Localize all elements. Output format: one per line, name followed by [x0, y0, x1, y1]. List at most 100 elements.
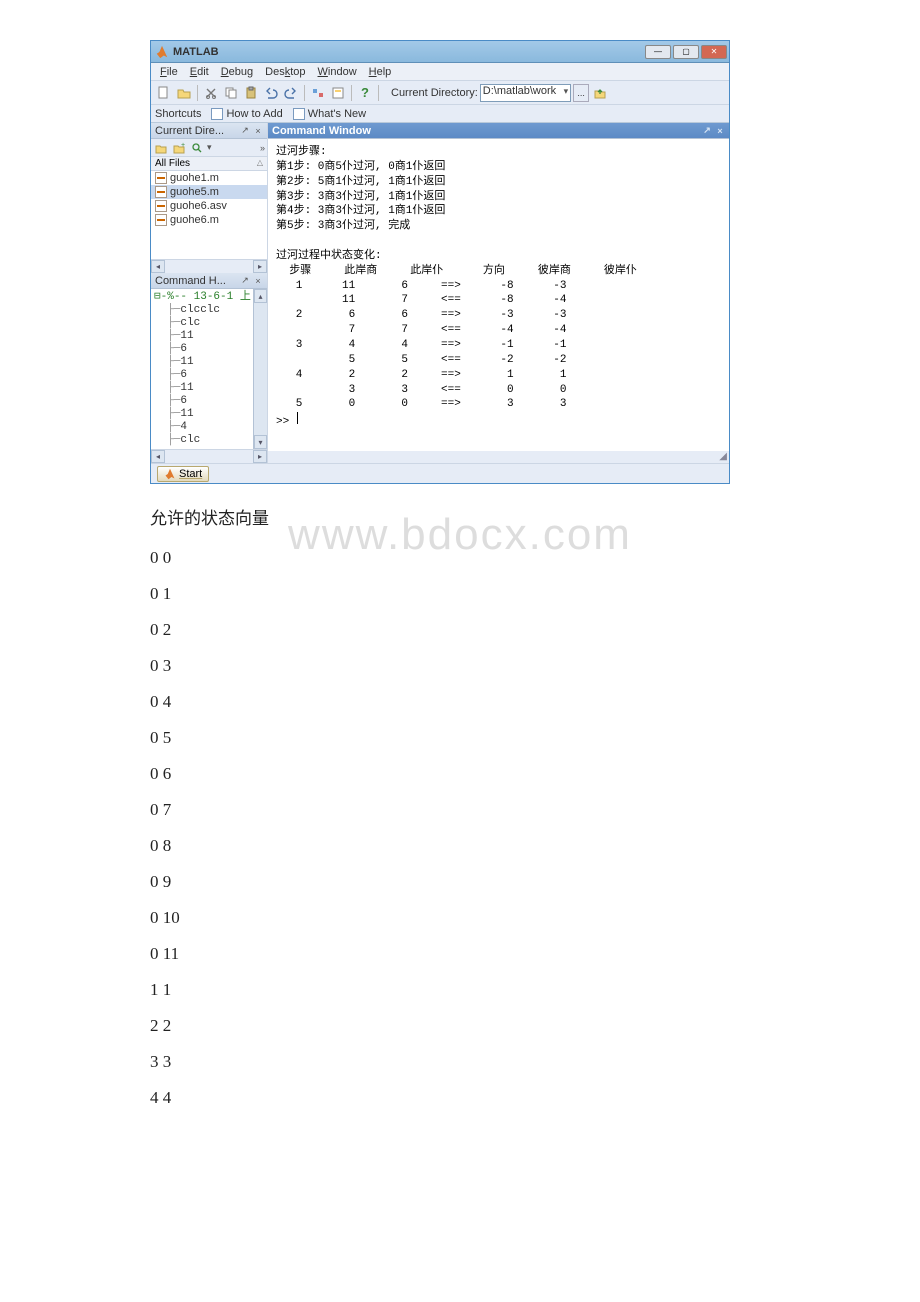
menu-desktop[interactable]: Desktop	[260, 65, 310, 79]
vector-item: 0 9	[150, 865, 890, 899]
find-icon[interactable]	[189, 140, 205, 156]
file-name: guohe1.m	[170, 172, 219, 184]
panel-close-icon[interactable]: ×	[253, 126, 263, 136]
hscroll[interactable]: ◂ ▸	[151, 449, 267, 463]
scroll-left-icon[interactable]: ◂	[151, 450, 165, 463]
scroll-down-icon[interactable]: ▾	[254, 435, 267, 449]
browse-button[interactable]: ...	[573, 84, 589, 102]
m-file-icon	[155, 186, 167, 198]
panel-close-icon[interactable]: ×	[253, 276, 263, 286]
vector-item: 0 2	[150, 613, 890, 647]
history-item[interactable]: ├─clc	[154, 434, 250, 447]
file-list-header[interactable]: All Files△	[151, 157, 267, 171]
history-item[interactable]: ├─6	[154, 395, 250, 408]
title-text: MATLAB	[173, 46, 645, 58]
vectors-list: 0 00 10 20 30 40 50 60 70 80 90 100 111 …	[150, 541, 890, 1115]
open-folder-icon[interactable]	[175, 84, 193, 102]
new-file-icon[interactable]	[155, 84, 173, 102]
history-item[interactable]: ├─clc	[154, 317, 250, 330]
history-item[interactable]: ├─6	[154, 343, 250, 356]
menu-window[interactable]: Window	[313, 65, 362, 79]
maximize-button[interactable]: ▢	[673, 45, 699, 59]
vector-item: 0 3	[150, 649, 890, 683]
undock-icon[interactable]: ↗	[240, 276, 250, 286]
dir-select[interactable]: D:\matlab\work	[480, 84, 571, 102]
history-item[interactable]: ├─4	[154, 421, 250, 434]
menu-debug[interactable]: Debug	[216, 65, 258, 79]
vscroll[interactable]: ▴ ▾	[253, 289, 267, 449]
vector-item: 0 10	[150, 901, 890, 935]
prompt[interactable]: >>	[276, 412, 721, 430]
vector-item: 0 11	[150, 937, 890, 971]
hscroll[interactable]: ◂ ▸	[151, 259, 267, 273]
scroll-up-icon[interactable]: ▴	[254, 289, 267, 303]
scroll-right-icon[interactable]: ▸	[253, 260, 267, 273]
toolbar: ? Current Directory: D:\matlab\work ...	[151, 81, 729, 105]
vector-item: 0 5	[150, 721, 890, 755]
paste-icon[interactable]	[242, 84, 260, 102]
redo-icon[interactable]	[282, 84, 300, 102]
command-window[interactable]: 过河步骤: 第1步: 0商5仆过河, 0商1仆返回 第2步: 5商1仆过河, 1…	[268, 139, 729, 451]
vector-item: 0 1	[150, 577, 890, 611]
scroll-right-icon[interactable]: ▸	[253, 450, 267, 463]
up-folder-icon[interactable]	[591, 84, 609, 102]
menu-help[interactable]: Help	[364, 65, 397, 79]
svg-text:+: +	[181, 142, 185, 149]
copy-icon[interactable]	[222, 84, 240, 102]
matlab-icon	[155, 45, 169, 59]
menu-edit[interactable]: Edit	[185, 65, 214, 79]
vector-item: 0 7	[150, 793, 890, 827]
undock-icon[interactable]: ↗	[702, 126, 712, 136]
titlebar[interactable]: MATLAB — ▢ ✕	[151, 41, 729, 63]
up-icon[interactable]	[153, 140, 169, 156]
history-item[interactable]: ├─11	[154, 356, 250, 369]
file-row[interactable]: guohe1.m	[151, 171, 267, 185]
shortcut-icon	[211, 108, 223, 120]
dir-toolbar: + ▾ »	[151, 139, 267, 157]
file-name: guohe5.m	[170, 186, 219, 198]
file-row[interactable]: guohe6.asv	[151, 199, 267, 213]
file-row[interactable]: guohe6.m	[151, 213, 267, 227]
undock-icon[interactable]: ↗	[240, 126, 250, 136]
simulink-icon[interactable]	[309, 84, 327, 102]
new-folder-icon[interactable]: +	[171, 140, 187, 156]
panel-close-icon[interactable]: ×	[715, 126, 725, 136]
command-window-title[interactable]: Command Window ↗ ×	[268, 123, 729, 139]
undo-icon[interactable]	[262, 84, 280, 102]
shortcut-how-to-add[interactable]: How to Add	[211, 108, 282, 120]
vector-item: 2 2	[150, 1009, 890, 1043]
m-file-icon	[155, 172, 167, 184]
history-item[interactable]: ├─11	[154, 330, 250, 343]
shortcut-icon	[293, 108, 305, 120]
m-file-icon	[155, 214, 167, 226]
cut-icon[interactable]	[202, 84, 220, 102]
file-list: guohe1.m guohe5.m guohe6.asvguohe6.m	[151, 171, 267, 259]
dir-label: Current Directory:	[391, 87, 478, 99]
current-dir-title[interactable]: Current Dire... ↗ ×	[151, 123, 267, 139]
m-file-icon	[155, 200, 167, 212]
vector-item: 0 0	[150, 541, 890, 575]
guide-icon[interactable]	[329, 84, 347, 102]
scroll-left-icon[interactable]: ◂	[151, 260, 165, 273]
resize-grip[interactable]: ◢	[268, 451, 729, 463]
file-name: guohe6.asv	[170, 200, 227, 212]
chevron-right-icon[interactable]: »	[260, 143, 265, 153]
history-item[interactable]: ├─clcclc	[154, 304, 250, 317]
shortcuts-label: Shortcuts	[155, 108, 201, 120]
command-history-list[interactable]: ⊟-%-- 13-6-1 上 ├─clcclc ├─clc ├─11 ├─6 ├…	[151, 289, 253, 449]
history-item[interactable]: ├─11	[154, 408, 250, 421]
vector-item: 3 3	[150, 1045, 890, 1079]
command-history-title[interactable]: Command H... ↗ ×	[151, 273, 267, 289]
file-row[interactable]: guohe5.m	[151, 185, 267, 199]
status-bar: Start	[151, 463, 729, 483]
history-item[interactable]: ├─6	[154, 369, 250, 382]
start-button[interactable]: Start	[157, 466, 209, 482]
history-item[interactable]: ├─11	[154, 382, 250, 395]
help-icon[interactable]: ?	[356, 84, 374, 102]
menu-file[interactable]: File	[155, 65, 183, 79]
vectors-heading: 允许的状态向量	[150, 504, 890, 529]
shortcut-whats-new[interactable]: What's New	[293, 108, 366, 120]
matlab-window: MATLAB — ▢ ✕ File Edit Debug Desktop Win…	[150, 40, 730, 484]
close-button[interactable]: ✕	[701, 45, 727, 59]
minimize-button[interactable]: —	[645, 45, 671, 59]
